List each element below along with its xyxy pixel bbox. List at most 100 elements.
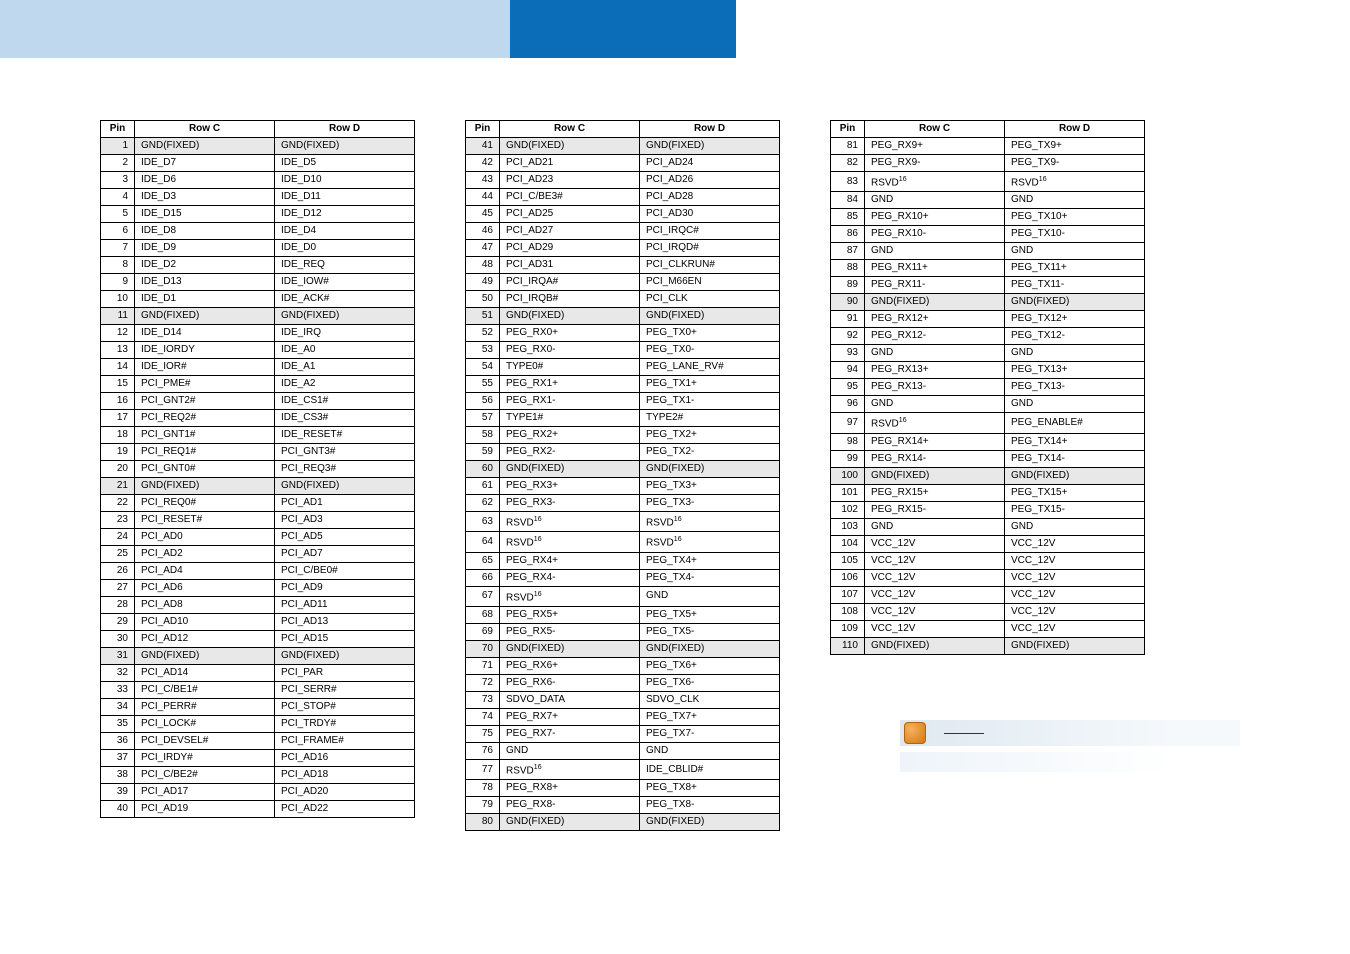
pin-cell: 99 bbox=[831, 450, 865, 467]
table-row: 32PCI_AD14PCI_PAR bbox=[101, 665, 415, 682]
row-d-cell: PEG_TX11- bbox=[1005, 277, 1145, 294]
table-row: 51GND(FIXED)GND(FIXED) bbox=[466, 308, 780, 325]
row-c-cell: PEG_RX9+ bbox=[865, 138, 1005, 155]
row-c-cell: IDE_D15 bbox=[135, 206, 275, 223]
row-d-cell: PCI_AD20 bbox=[275, 784, 415, 801]
table-row: 47PCI_AD29PCI_IRQD# bbox=[466, 240, 780, 257]
table-row: 99PEG_RX14-PEG_TX14- bbox=[831, 450, 1145, 467]
pin-cell: 2 bbox=[101, 155, 135, 172]
row-d-cell: IDE_REQ bbox=[275, 257, 415, 274]
row-c-cell: PEG_RX8+ bbox=[500, 780, 640, 797]
pin-cell: 90 bbox=[831, 294, 865, 311]
row-d-cell: PEG_TX15- bbox=[1005, 501, 1145, 518]
col-header-row-d: Row D bbox=[640, 121, 780, 138]
table-row: 66PEG_RX4-PEG_TX4- bbox=[466, 569, 780, 586]
pin-cell: 25 bbox=[101, 546, 135, 563]
pin-cell: 27 bbox=[101, 580, 135, 597]
row-d-cell: PEG_TX14- bbox=[1005, 450, 1145, 467]
row-c-cell: PCI_AD14 bbox=[135, 665, 275, 682]
table-row: 25PCI_AD2PCI_AD7 bbox=[101, 546, 415, 563]
table-row: 65PEG_RX4+PEG_TX4+ bbox=[466, 552, 780, 569]
table-row: 24PCI_AD0PCI_AD5 bbox=[101, 529, 415, 546]
table-row: 22PCI_REQ0#PCI_AD1 bbox=[101, 495, 415, 512]
row-d-cell: PCI_AD16 bbox=[275, 750, 415, 767]
row-c-cell: IDE_D3 bbox=[135, 189, 275, 206]
pin-cell: 36 bbox=[101, 733, 135, 750]
row-c-cell: VCC_12V bbox=[865, 620, 1005, 637]
row-d-cell: PEG_TX3+ bbox=[640, 478, 780, 495]
pin-table-3: PinRow CRow D81PEG_RX9+PEG_TX9+82PEG_RX9… bbox=[830, 120, 1145, 655]
row-d-cell: PCI_AD30 bbox=[640, 206, 780, 223]
pin-cell: 29 bbox=[101, 614, 135, 631]
pin-cell: 42 bbox=[466, 155, 500, 172]
row-d-cell: PEG_TX5- bbox=[640, 623, 780, 640]
row-d-cell: PCI_GNT3# bbox=[275, 444, 415, 461]
row-d-cell: PEG_TX12+ bbox=[1005, 311, 1145, 328]
row-d-cell: PCI_AD3 bbox=[275, 512, 415, 529]
row-c-cell: RSVD16 bbox=[500, 532, 640, 552]
table-row: 2IDE_D7IDE_D5 bbox=[101, 155, 415, 172]
row-d-cell: IDE_CS3# bbox=[275, 410, 415, 427]
row-d-cell: PCI_AD11 bbox=[275, 597, 415, 614]
row-d-cell: PEG_TX12- bbox=[1005, 328, 1145, 345]
row-c-cell: PCI_RESET# bbox=[135, 512, 275, 529]
row-c-cell: PCI_PERR# bbox=[135, 699, 275, 716]
table-row: 78PEG_RX8+PEG_TX8+ bbox=[466, 780, 780, 797]
table-row: 102PEG_RX15-PEG_TX15- bbox=[831, 501, 1145, 518]
row-d-cell: PEG_TX0+ bbox=[640, 325, 780, 342]
row-d-cell: PCI_AD5 bbox=[275, 529, 415, 546]
pin-cell: 26 bbox=[101, 563, 135, 580]
row-c-cell: PCI_AD4 bbox=[135, 563, 275, 580]
row-c-cell: PEG_RX0+ bbox=[500, 325, 640, 342]
row-d-cell: IDE_ACK# bbox=[275, 291, 415, 308]
pin-cell: 28 bbox=[101, 597, 135, 614]
row-c-cell: PEG_RX12+ bbox=[865, 311, 1005, 328]
row-d-cell: PCI_AD24 bbox=[640, 155, 780, 172]
row-d-cell: PCI_M66EN bbox=[640, 274, 780, 291]
row-c-cell: PEG_RX0- bbox=[500, 342, 640, 359]
pin-cell: 47 bbox=[466, 240, 500, 257]
row-c-cell: GND(FIXED) bbox=[865, 467, 1005, 484]
table-row: 10IDE_D1IDE_ACK# bbox=[101, 291, 415, 308]
table-row: 28PCI_AD8PCI_AD11 bbox=[101, 597, 415, 614]
pin-cell: 44 bbox=[466, 189, 500, 206]
col-header-pin: Pin bbox=[831, 121, 865, 138]
pin-cell: 15 bbox=[101, 376, 135, 393]
pin-cell: 32 bbox=[101, 665, 135, 682]
table-row: 100GND(FIXED)GND(FIXED) bbox=[831, 467, 1145, 484]
row-d-cell: VCC_12V bbox=[1005, 620, 1145, 637]
table-row: 50PCI_IRQB#PCI_CLK bbox=[466, 291, 780, 308]
table-row: 86PEG_RX10-PEG_TX10- bbox=[831, 226, 1145, 243]
row-c-cell: GND(FIXED) bbox=[865, 294, 1005, 311]
row-c-cell: IDE_D14 bbox=[135, 325, 275, 342]
pin-cell: 6 bbox=[101, 223, 135, 240]
table-row: 37PCI_IRDY#PCI_AD16 bbox=[101, 750, 415, 767]
row-c-cell: PEG_RX10- bbox=[865, 226, 1005, 243]
note-row bbox=[900, 720, 1240, 746]
row-c-cell: IDE_D2 bbox=[135, 257, 275, 274]
row-c-cell: GND(FIXED) bbox=[500, 640, 640, 657]
row-c-cell: TYPE0# bbox=[500, 359, 640, 376]
row-c-cell: IDE_D13 bbox=[135, 274, 275, 291]
row-d-cell: SDVO_CLK bbox=[640, 691, 780, 708]
row-d-cell: GND bbox=[1005, 192, 1145, 209]
row-c-cell: PCI_REQ1# bbox=[135, 444, 275, 461]
row-d-cell: PEG_TX9+ bbox=[1005, 138, 1145, 155]
row-d-cell: PEG_TX8- bbox=[640, 797, 780, 814]
row-c-cell: VCC_12V bbox=[865, 586, 1005, 603]
table-row: 72PEG_RX6-PEG_TX6- bbox=[466, 674, 780, 691]
row-d-cell: GND(FIXED) bbox=[275, 308, 415, 325]
row-d-cell: VCC_12V bbox=[1005, 569, 1145, 586]
pin-cell: 58 bbox=[466, 427, 500, 444]
pin-table-1: PinRow CRow D1GND(FIXED)GND(FIXED)2IDE_D… bbox=[100, 120, 415, 818]
row-d-cell: PCI_PAR bbox=[275, 665, 415, 682]
table-row: 69PEG_RX5-PEG_TX5- bbox=[466, 623, 780, 640]
table-row: 4IDE_D3IDE_D11 bbox=[101, 189, 415, 206]
row-d-cell: PEG_TX14+ bbox=[1005, 433, 1145, 450]
row-c-cell: GND(FIXED) bbox=[135, 478, 275, 495]
pin-cell: 102 bbox=[831, 501, 865, 518]
pin-cell: 74 bbox=[466, 708, 500, 725]
table-row: 96GNDGND bbox=[831, 396, 1145, 413]
pin-cell: 18 bbox=[101, 427, 135, 444]
row-d-cell: VCC_12V bbox=[1005, 586, 1145, 603]
